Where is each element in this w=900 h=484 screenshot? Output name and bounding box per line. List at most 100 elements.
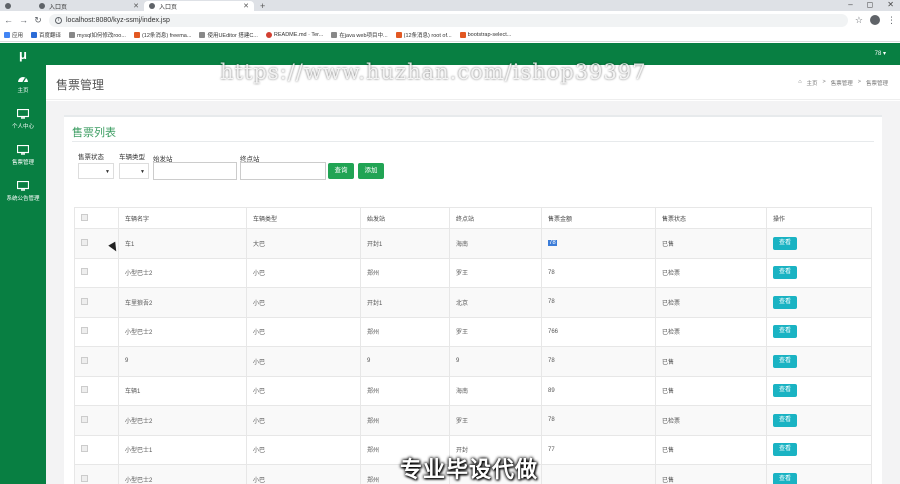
- action-cell: 查看: [766, 434, 872, 465]
- cell-text: 78: [548, 240, 557, 247]
- info-icon[interactable]: i: [55, 16, 62, 24]
- table-cell: 小型巴士2: [118, 464, 247, 484]
- cell-text: 已检票: [662, 300, 681, 307]
- bookmark[interactable]: bootstrap-select...: [459, 32, 511, 38]
- row-select-cell: [74, 316, 119, 347]
- cell-text: 郑州: [367, 448, 380, 455]
- close-icon[interactable]: ✕: [133, 2, 139, 10]
- table-cell: [541, 464, 656, 484]
- sidebar-item-profile[interactable]: 个人中心: [0, 103, 46, 139]
- view-button[interactable]: 查看: [773, 266, 797, 280]
- bookmark[interactable]: 在java web项目中...: [331, 31, 388, 39]
- url-text: localhost:8080/kyz-ssmj/index.jsp: [66, 16, 170, 24]
- chevron-down-icon: ▼: [140, 169, 145, 175]
- cell-text: 郑州: [367, 389, 380, 396]
- query-button[interactable]: 查询: [328, 163, 354, 179]
- view-button[interactable]: 查看: [773, 384, 797, 398]
- row-checkbox[interactable]: [81, 297, 88, 305]
- sidebar-item-label: 主页: [17, 88, 29, 94]
- vehicle-type-select[interactable]: ▼: [119, 163, 149, 179]
- row-checkbox[interactable]: [81, 268, 88, 276]
- bookmark[interactable]: 百度翻译: [31, 31, 61, 39]
- column-header[interactable]: 车辆类型: [246, 207, 361, 229]
- view-button[interactable]: 查看: [773, 443, 797, 457]
- table-row: 小型巴士2 小巴 郑州 罗王 766 已检票 查看: [74, 316, 872, 347]
- app-icon: [5, 3, 11, 9]
- view-button[interactable]: 查看: [773, 236, 797, 250]
- page-icon: [39, 3, 45, 9]
- user-menu[interactable]: 78 ▾: [875, 50, 886, 57]
- column-header[interactable]: 售票金额: [541, 207, 656, 229]
- dashboard-icon: [18, 77, 28, 83]
- end-station-input[interactable]: [240, 162, 326, 180]
- row-checkbox[interactable]: [81, 386, 88, 394]
- row-checkbox[interactable]: [81, 327, 88, 335]
- table-cell: 小巴: [246, 375, 361, 406]
- action-cell: 查看: [766, 405, 872, 436]
- status-select[interactable]: ▼: [78, 163, 114, 179]
- reload-icon[interactable]: ↻: [34, 15, 42, 26]
- select-all-checkbox[interactable]: [81, 213, 88, 221]
- profile-icon[interactable]: [870, 15, 880, 25]
- monitor-icon: [17, 109, 29, 119]
- table-cell: 9: [449, 346, 542, 377]
- chevron-down-icon: ▼: [105, 169, 110, 175]
- breadcrumb-section[interactable]: 售票管理: [831, 79, 853, 87]
- column-header[interactable]: 始发站: [360, 207, 450, 229]
- row-checkbox[interactable]: [81, 356, 88, 364]
- view-button[interactable]: 查看: [773, 354, 797, 368]
- back-icon[interactable]: ←: [4, 15, 13, 25]
- row-select-cell: [74, 257, 119, 288]
- table-cell: 郑州: [360, 375, 450, 406]
- view-button[interactable]: 查看: [773, 295, 797, 309]
- table-cell: 海南: [449, 375, 542, 406]
- close-icon[interactable]: ✕: [243, 2, 249, 10]
- main-content: 售票列表 售票状态 ▼ 车辆类型 ▼ 始发站 终点站 查询 添加 车辆名字 车辆…: [46, 101, 900, 484]
- caption-text: 专业毕设代做: [400, 457, 539, 482]
- bookmark[interactable]: README.md · Ter...: [265, 32, 323, 38]
- forward-icon[interactable]: →: [19, 15, 28, 25]
- star-icon[interactable]: ☆: [855, 15, 863, 26]
- bookmark-icon: [31, 32, 38, 38]
- table-cell: 89: [541, 375, 656, 406]
- row-checkbox[interactable]: [81, 445, 88, 453]
- table-cell: 车辆1: [118, 375, 247, 406]
- new-tab-icon[interactable]: +: [260, 1, 265, 11]
- browser-tab-active[interactable]: 入口页 ✕: [144, 1, 254, 11]
- url-input[interactable]: i localhost:8080/kyz-ssmj/index.jsp: [49, 13, 848, 27]
- bookmark[interactable]: 使用UEditor 搭建C...: [199, 31, 258, 39]
- tab-label: 入口页: [159, 4, 178, 11]
- start-station-input[interactable]: [153, 162, 237, 180]
- action-cell: 查看: [766, 464, 872, 484]
- sidebar-item-tickets[interactable]: 售票管理: [0, 139, 46, 175]
- browser-tab[interactable]: 入口页 ✕: [34, 1, 144, 11]
- view-button[interactable]: 查看: [773, 472, 797, 484]
- menu-icon[interactable]: ⋮: [887, 15, 896, 26]
- bookmark-apps[interactable]: 应用: [4, 31, 23, 39]
- minimize-icon[interactable]: –: [848, 0, 852, 10]
- view-button[interactable]: 查看: [773, 413, 797, 427]
- cell-text: 车辆1: [125, 389, 141, 396]
- close-window-icon[interactable]: ✕: [887, 0, 894, 10]
- bookmark[interactable]: (12条消息) freema...: [133, 31, 191, 39]
- table-cell: 已售: [655, 464, 767, 484]
- browser-tab[interactable]: [0, 1, 34, 11]
- row-checkbox[interactable]: [81, 415, 88, 423]
- status-filter-label: 售票状态: [78, 154, 104, 161]
- bookmark[interactable]: (12条消息) root of...: [395, 31, 452, 39]
- row-checkbox[interactable]: [81, 474, 88, 482]
- bookmark[interactable]: mysql如何修改roo...: [69, 31, 126, 39]
- column-header[interactable]: 终点站: [449, 207, 542, 229]
- maximize-icon[interactable]: ◻: [867, 0, 874, 10]
- row-checkbox[interactable]: [81, 238, 88, 246]
- sidebar-item-home[interactable]: 主页: [0, 67, 46, 103]
- row-select-cell: [74, 346, 119, 377]
- sidebar-item-announcements[interactable]: 系统公告管理: [0, 175, 46, 211]
- breadcrumb-separator: >: [857, 79, 861, 85]
- breadcrumb-home[interactable]: 主页: [807, 79, 818, 87]
- add-button[interactable]: 添加: [358, 163, 384, 179]
- view-button[interactable]: 查看: [773, 325, 797, 339]
- column-header[interactable]: 车辆名字: [118, 207, 247, 229]
- column-header[interactable]: 售票状态: [655, 207, 767, 229]
- table-cell: 开封1: [360, 287, 450, 318]
